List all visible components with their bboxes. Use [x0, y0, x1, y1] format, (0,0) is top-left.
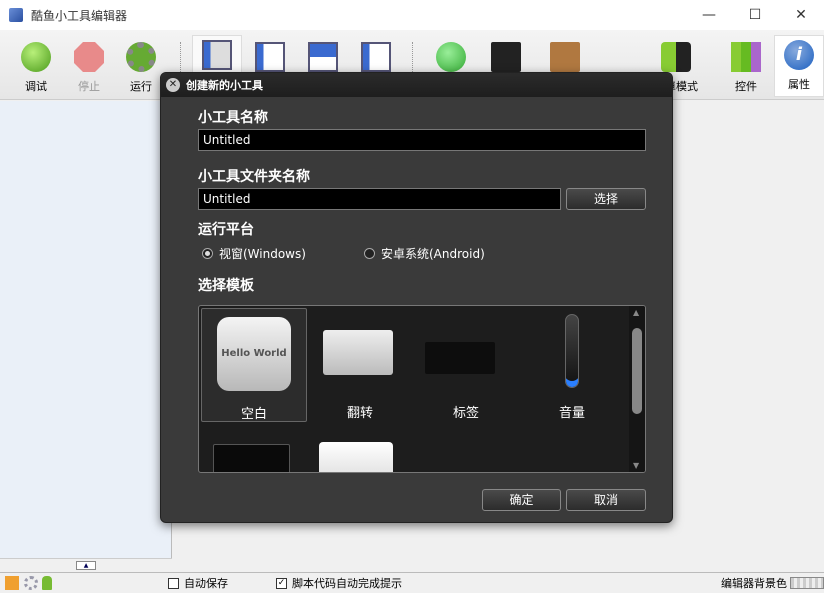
scroll-up-icon[interactable]: ▲: [633, 308, 639, 317]
bgcolor-swatch[interactable]: [790, 577, 824, 589]
radio-android[interactable]: 安卓系统(Android): [364, 245, 485, 262]
hello-world-preview: Hello World: [217, 317, 291, 391]
flip-preview: [323, 330, 393, 375]
gear-icon[interactable]: [24, 576, 38, 590]
left-panel: [0, 101, 172, 571]
gear-run-icon: [126, 42, 156, 72]
template-settings[interactable]: [307, 430, 413, 472]
template-label: 选择模板: [198, 278, 254, 294]
package-icon: [550, 42, 580, 72]
platform-label: 运行平台: [198, 222, 254, 238]
stop-icon: [74, 42, 104, 72]
cancel-button[interactable]: 取消: [566, 489, 646, 511]
log-view-icon: [361, 42, 391, 72]
properties-button[interactable]: i 属性: [774, 35, 824, 97]
create-widget-dialog: ✕ 创建新的小工具 小工具名称 小工具文件夹名称 选择 运行平台 视窗(Wind…: [160, 72, 673, 523]
autocomplete-check-box[interactable]: ✓: [276, 577, 287, 589]
design-view-icon: [202, 40, 232, 70]
bgcolor-label: 编辑器背景色: [721, 577, 787, 590]
dialog-title: 创建新的小工具: [186, 79, 263, 92]
dialog-close-button[interactable]: ✕: [166, 78, 180, 92]
android-phone-icon: [661, 42, 691, 72]
debug-button[interactable]: 调试: [11, 38, 61, 94]
app-icon: [9, 8, 23, 22]
template-flip[interactable]: 翻转: [307, 308, 413, 422]
radio-button[interactable]: [202, 248, 213, 259]
radio-windows[interactable]: 视窗(Windows): [202, 245, 306, 262]
save-icon: [491, 42, 521, 72]
add-icon: [436, 42, 466, 72]
weather-preview: [213, 444, 290, 472]
run-button[interactable]: 运行: [116, 38, 166, 94]
radio-button[interactable]: [364, 248, 375, 259]
template-label-widget[interactable]: 标签: [413, 308, 519, 422]
close-button[interactable]: ✕: [778, 0, 824, 30]
autosave-check-box[interactable]: [168, 577, 179, 589]
left-panel-footer: ▲: [0, 558, 172, 571]
template-list: Hello World 空白 翻转 标签 音量 ▲ ▼: [198, 305, 646, 473]
expand-up-button[interactable]: ▲: [76, 561, 96, 570]
label-preview: [425, 342, 495, 374]
window-title: 酷鱼小工具编辑器: [31, 8, 128, 23]
folder-icon[interactable]: [5, 576, 19, 590]
maximize-button[interactable]: ☐: [732, 0, 778, 30]
template-blank[interactable]: Hello World 空白: [201, 308, 307, 422]
info-icon: i: [784, 40, 814, 70]
name-label: 小工具名称: [198, 110, 268, 126]
script-view-icon: [255, 42, 285, 72]
stop-button[interactable]: 停止: [64, 38, 114, 94]
scrollbar-thumb[interactable]: [632, 328, 642, 414]
template-volume[interactable]: 音量: [519, 308, 625, 422]
template-weather[interactable]: [201, 430, 307, 472]
autocomplete-checkbox[interactable]: ✓ 脚本代码自动完成提示: [276, 575, 402, 591]
template-scrollbar[interactable]: ▲ ▼: [629, 306, 645, 472]
minimize-button[interactable]: —: [686, 0, 732, 30]
title-bar: 酷鱼小工具编辑器 — ☐ ✕: [0, 0, 824, 30]
ok-button[interactable]: 确定: [482, 489, 561, 511]
settings-preview: [319, 442, 393, 472]
folder-name-input[interactable]: [198, 188, 561, 210]
play-icon: [21, 42, 51, 72]
books-icon: [731, 42, 761, 72]
choose-button[interactable]: 选择: [566, 188, 646, 210]
split-view-icon: [308, 42, 338, 72]
dialog-header: ✕ 创建新的小工具: [161, 73, 672, 97]
folder-label: 小工具文件夹名称: [198, 169, 310, 185]
volume-preview: [565, 314, 579, 388]
autosave-checkbox[interactable]: 自动保存: [168, 575, 228, 591]
controls-button[interactable]: 控件: [721, 38, 771, 94]
android-icon[interactable]: [42, 576, 52, 590]
widget-name-input[interactable]: [198, 129, 646, 151]
status-bar: 自动保存 ✓ 脚本代码自动完成提示 编辑器背景色: [0, 572, 824, 593]
scroll-down-icon[interactable]: ▼: [633, 461, 639, 470]
